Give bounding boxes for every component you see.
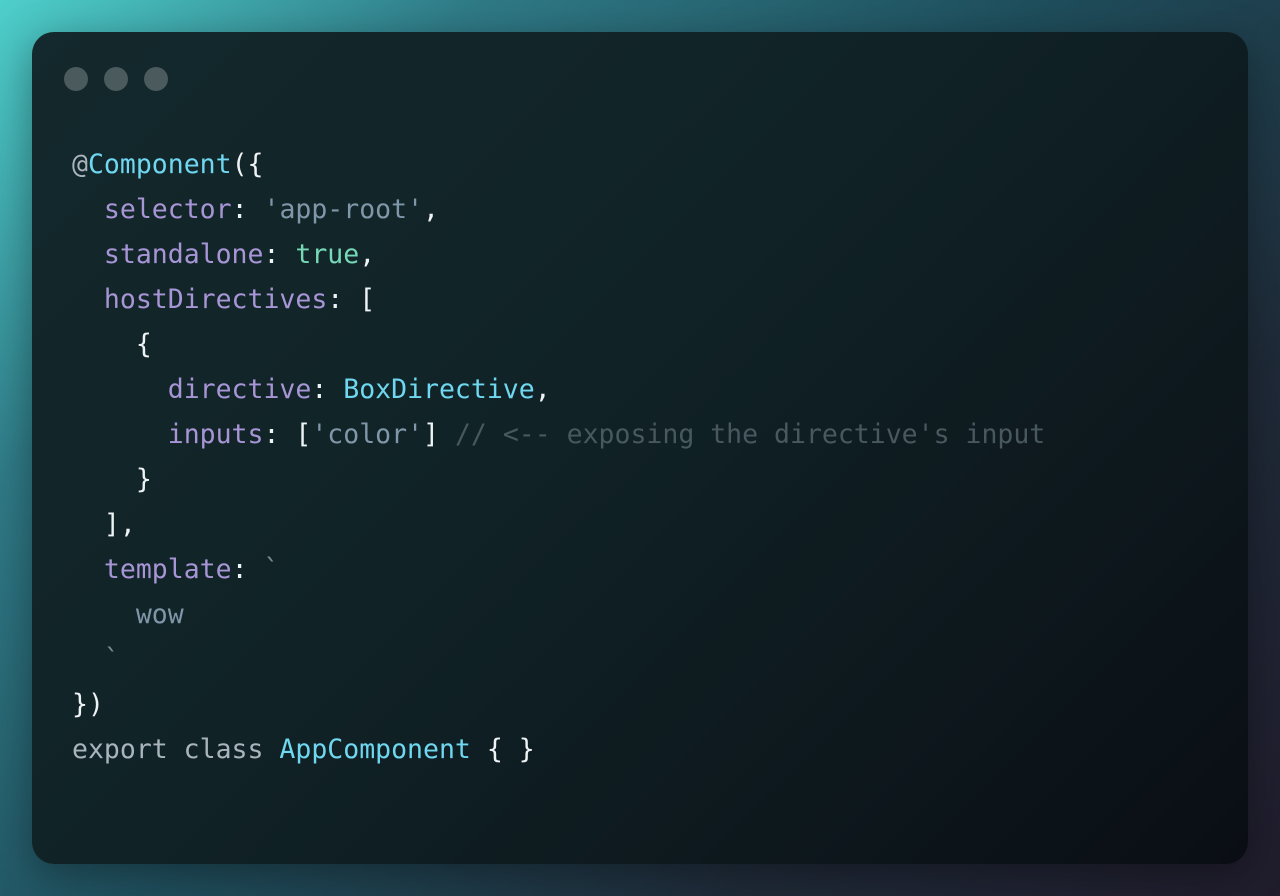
code-token-punc	[72, 239, 104, 270]
code-token-punc: {	[72, 329, 152, 360]
code-token-punc: { }	[470, 734, 535, 765]
code-token-punc: :	[231, 194, 264, 225]
code-token-tick: `	[263, 554, 280, 585]
code-token-str: 'app-root'	[263, 194, 424, 225]
code-token-punc	[72, 419, 168, 450]
code-token-punc	[72, 554, 104, 585]
code-line: standalone: true,	[72, 232, 1045, 277]
code-token-punc: :	[231, 554, 264, 585]
code-token-comment: // <-- exposing the directive's input	[454, 419, 1046, 450]
code-token-class: Component	[87, 149, 232, 180]
code-token-prop: selector	[103, 194, 232, 225]
maximize-dot-icon[interactable]	[144, 67, 168, 91]
code-token-punc: ,	[534, 374, 551, 405]
close-dot-icon[interactable]	[64, 67, 88, 91]
code-line: wow	[72, 592, 1045, 637]
code-token-prop: standalone	[103, 239, 264, 270]
code-token-class: BoxDirective	[343, 374, 535, 405]
code-token-punc: ],	[72, 509, 136, 540]
code-line: })	[72, 682, 1045, 727]
code-token-punc	[72, 374, 168, 405]
code-token-punc: })	[72, 689, 104, 720]
code-line: selector: 'app-root',	[72, 187, 1045, 232]
code-token-punc: :	[263, 239, 296, 270]
code-line: inputs: ['color'] // <-- exposing the di…	[72, 412, 1046, 457]
code-token-punc	[72, 284, 104, 315]
code-token-str: wow	[72, 599, 184, 630]
code-token-punc: ({	[231, 149, 264, 180]
window-controls	[64, 67, 168, 91]
code-window: @Component({ selector: 'app-root', stand…	[32, 32, 1248, 864]
code-line: directive: BoxDirective,	[72, 367, 1045, 412]
code-token-punc: :	[311, 374, 344, 405]
code-token-prop: directive	[167, 374, 312, 405]
code-line: }	[72, 457, 1045, 502]
code-line: export class AppComponent { }	[72, 727, 1045, 772]
code-token-punc: ]	[423, 419, 455, 450]
code-token-punc: ,	[423, 194, 439, 225]
code-token-punc: ,	[359, 239, 376, 270]
code-token-decor: @	[72, 149, 88, 180]
code-token-prop: inputs	[167, 419, 264, 450]
code-line: hostDirectives: [	[72, 277, 1045, 322]
code-token-kw: export class	[72, 734, 280, 765]
code-token-punc	[72, 194, 104, 225]
code-token-tick: `	[72, 644, 120, 675]
code-line: @Component({	[72, 142, 1045, 187]
code-token-prop: template	[103, 554, 232, 585]
code-block: @Component({ selector: 'app-root', stand…	[72, 142, 1045, 772]
code-token-punc: }	[72, 464, 152, 495]
code-line: ],	[72, 502, 1045, 547]
code-line: `	[72, 637, 1045, 682]
code-token-class: AppComponent	[279, 734, 471, 765]
code-token-str: 'color'	[311, 419, 424, 450]
code-line: {	[72, 322, 1045, 367]
code-token-punc: : [	[263, 419, 312, 450]
code-token-bool: true	[295, 239, 360, 270]
code-token-punc: : [	[327, 284, 376, 315]
minimize-dot-icon[interactable]	[104, 67, 128, 91]
code-line: template: `	[72, 547, 1045, 592]
code-token-prop: hostDirectives	[103, 284, 328, 315]
